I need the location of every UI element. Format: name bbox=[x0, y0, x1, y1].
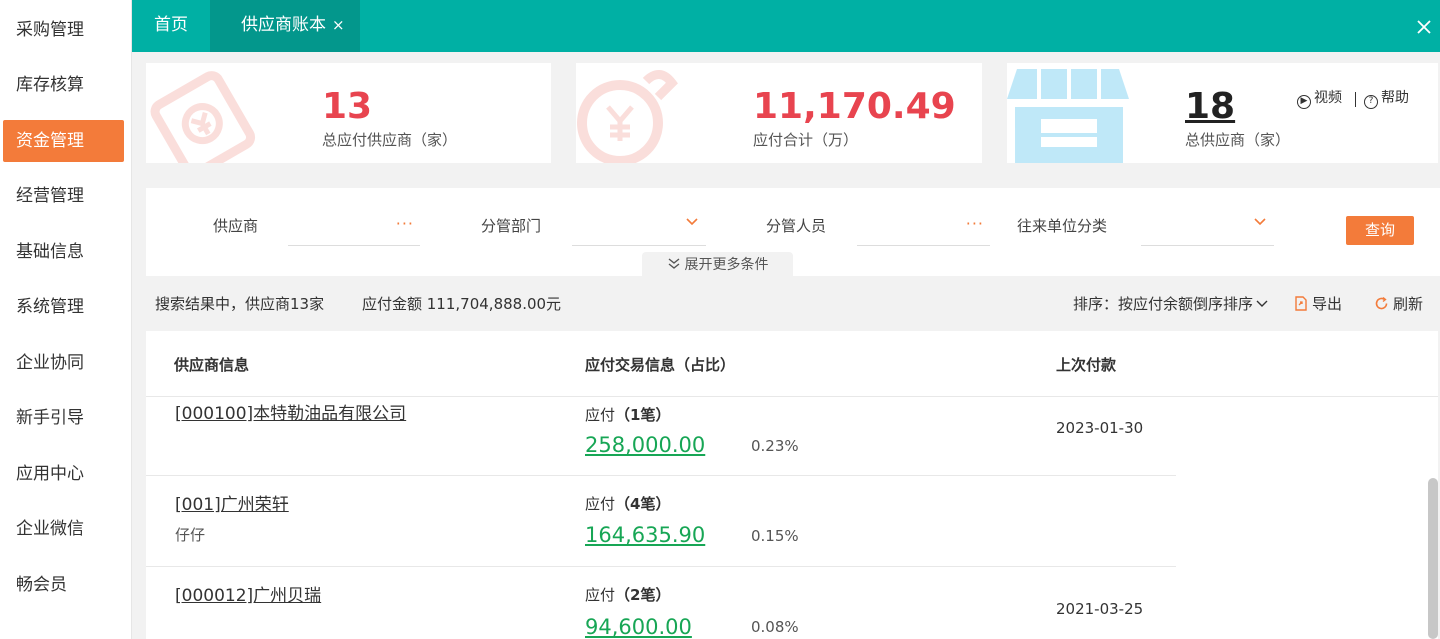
question-icon: ? bbox=[1364, 95, 1378, 109]
sidebar-item-system[interactable]: 系统管理 bbox=[0, 286, 132, 328]
payable-amount-link[interactable]: 258,000.00 bbox=[585, 432, 705, 458]
expand-label: 展开更多条件 bbox=[684, 257, 769, 273]
supplier-name-link[interactable]: [000100]本特勒油品有限公司 bbox=[175, 403, 406, 425]
payable-prefix: 应付 bbox=[585, 406, 616, 424]
stat-value-link[interactable]: 18 bbox=[1185, 87, 1235, 127]
export-button[interactable]: 导出 bbox=[1294, 294, 1342, 314]
last-payment-date: 2021-03-25 bbox=[1056, 600, 1144, 618]
supplier-name-link[interactable]: [001]广州荣轩 bbox=[175, 494, 289, 516]
query-button[interactable]: 查询 bbox=[1346, 216, 1414, 245]
column-header-last-payment: 上次付款 bbox=[1056, 356, 1117, 374]
sidebar-item-basic-info[interactable]: 基础信息 bbox=[0, 231, 132, 273]
result-summary: 搜索结果中，供应商13家 bbox=[155, 295, 325, 313]
more-dots-icon[interactable]: ··· bbox=[966, 214, 984, 233]
filter-panel: 供应商 ··· 分管部门 分管人员 ··· 往来单位分类 查询 展开更多条件 bbox=[146, 188, 1440, 278]
chevron-down-icon bbox=[1256, 300, 1268, 307]
department-label: 分管部门 bbox=[481, 217, 542, 235]
sidebar-item-inventory[interactable]: 库存核算 bbox=[0, 64, 132, 106]
close-icon[interactable] bbox=[1408, 0, 1440, 52]
payable-count: 应付（2笔） bbox=[585, 585, 670, 605]
stat-label: 总应付供应商（家） bbox=[322, 131, 458, 149]
sidebar-item-funds[interactable]: 资金管理 bbox=[3, 120, 124, 162]
refresh-label: 刷新 bbox=[1393, 295, 1424, 313]
top-tab-bar: 首页 供应商账本 × bbox=[132, 0, 1440, 52]
payable-prefix: 应付 bbox=[585, 495, 616, 513]
tab-supplier-ledger-label: 供应商账本 bbox=[241, 15, 326, 35]
staff-picker[interactable]: ··· bbox=[857, 208, 990, 246]
result-amount: 应付金额 111,704,888.00元 bbox=[362, 295, 562, 313]
sidebar-item-guide[interactable]: 新手引导 bbox=[0, 397, 132, 439]
refresh-icon bbox=[1375, 296, 1388, 310]
chevron-down-icon bbox=[686, 218, 698, 226]
stat-value: 11,170.49 bbox=[753, 86, 956, 127]
sidebar-item-member[interactable]: 畅会员 bbox=[0, 564, 132, 606]
last-payment-date: 2023-01-30 bbox=[1056, 419, 1144, 437]
stat-label: 总供应商（家） bbox=[1185, 131, 1291, 149]
column-header-supplier: 供应商信息 bbox=[174, 356, 250, 374]
play-icon: ▶ bbox=[1297, 95, 1311, 109]
payable-count-value: （4笔） bbox=[615, 495, 671, 513]
divider bbox=[1355, 92, 1356, 107]
divider bbox=[146, 475, 1176, 476]
tab-supplier-ledger[interactable]: 供应商账本 × bbox=[210, 0, 360, 52]
help-link[interactable]: ? 帮助 bbox=[1364, 88, 1409, 109]
sort-dropdown[interactable]: 排序：按应付余额倒序排序 bbox=[1073, 294, 1268, 314]
payable-prefix: 应付 bbox=[585, 586, 616, 604]
supplier-table: 供应商信息 应付交易信息（占比） 上次付款 [000100]本特勒油品有限公司 … bbox=[146, 331, 1438, 639]
category-select[interactable] bbox=[1141, 208, 1274, 246]
staff-label: 分管人员 bbox=[766, 217, 827, 235]
payable-count-value: （1笔） bbox=[615, 406, 671, 424]
stat-card-payable-total: 11,170.49 应付合计（万） bbox=[576, 63, 982, 163]
double-chevron-down-icon bbox=[668, 258, 679, 269]
stat-card-total-suppliers: 18 总供应商（家） ▶ 视频 ? 帮助 bbox=[1007, 63, 1438, 163]
tab-home[interactable]: 首页 bbox=[132, 0, 210, 52]
video-label: 视频 bbox=[1314, 90, 1342, 106]
supplier-picker[interactable]: ··· bbox=[288, 208, 420, 246]
help-label: 帮助 bbox=[1381, 90, 1409, 106]
video-link[interactable]: ▶ 视频 bbox=[1297, 88, 1342, 109]
payable-amount-link[interactable]: 164,635.90 bbox=[585, 522, 705, 548]
department-select[interactable] bbox=[572, 208, 706, 246]
divider bbox=[146, 566, 1176, 567]
divider bbox=[146, 396, 1438, 397]
chevron-down-icon bbox=[1254, 218, 1266, 226]
sidebar-item-collaboration[interactable]: 企业协同 bbox=[0, 342, 132, 384]
store-icon bbox=[1007, 69, 1129, 163]
payable-percentage: 0.08% bbox=[751, 618, 799, 636]
category-label: 往来单位分类 bbox=[1017, 217, 1108, 235]
supplier-name-link[interactable]: [000012]广州贝瑞 bbox=[175, 585, 321, 607]
refresh-button[interactable]: 刷新 bbox=[1374, 294, 1423, 314]
more-dots-icon[interactable]: ··· bbox=[396, 214, 414, 233]
stat-label: 应付合计（万） bbox=[753, 131, 859, 149]
invoice-icon bbox=[150, 71, 256, 163]
sidebar-item-wechat[interactable]: 企业微信 bbox=[0, 508, 132, 550]
money-bag-icon bbox=[577, 70, 678, 163]
sidebar-item-purchase[interactable]: 采购管理 bbox=[0, 9, 132, 51]
payable-percentage: 0.15% bbox=[751, 527, 799, 545]
sidebar: 采购管理 库存核算 资金管理 经营管理 基础信息 系统管理 企业协同 新手引导 … bbox=[0, 0, 132, 639]
supplier-label: 供应商 bbox=[213, 217, 259, 235]
payable-count-value: （2笔） bbox=[615, 586, 671, 604]
payable-count: 应付（4笔） bbox=[585, 494, 670, 514]
tab-close-icon[interactable]: × bbox=[332, 16, 345, 34]
scrollbar[interactable] bbox=[1428, 478, 1438, 639]
payable-amount-link[interactable]: 94,600.00 bbox=[585, 614, 692, 639]
sort-label: 排序：按应付余额倒序排序 bbox=[1073, 295, 1254, 313]
sidebar-item-operations[interactable]: 经营管理 bbox=[0, 175, 132, 217]
payable-percentage: 0.23% bbox=[751, 437, 799, 455]
stat-value: 13 bbox=[322, 86, 373, 127]
export-icon bbox=[1295, 296, 1307, 311]
column-header-payable: 应付交易信息（占比） bbox=[585, 356, 736, 374]
sidebar-item-app-center[interactable]: 应用中心 bbox=[0, 453, 132, 495]
expand-more-conditions[interactable]: 展开更多条件 bbox=[642, 252, 793, 278]
export-label: 导出 bbox=[1312, 295, 1343, 313]
supplier-contact: 仔仔 bbox=[175, 526, 206, 544]
stat-card-payable-suppliers: 13 总应付供应商（家） bbox=[146, 63, 551, 163]
payable-count: 应付（1笔） bbox=[585, 405, 670, 425]
